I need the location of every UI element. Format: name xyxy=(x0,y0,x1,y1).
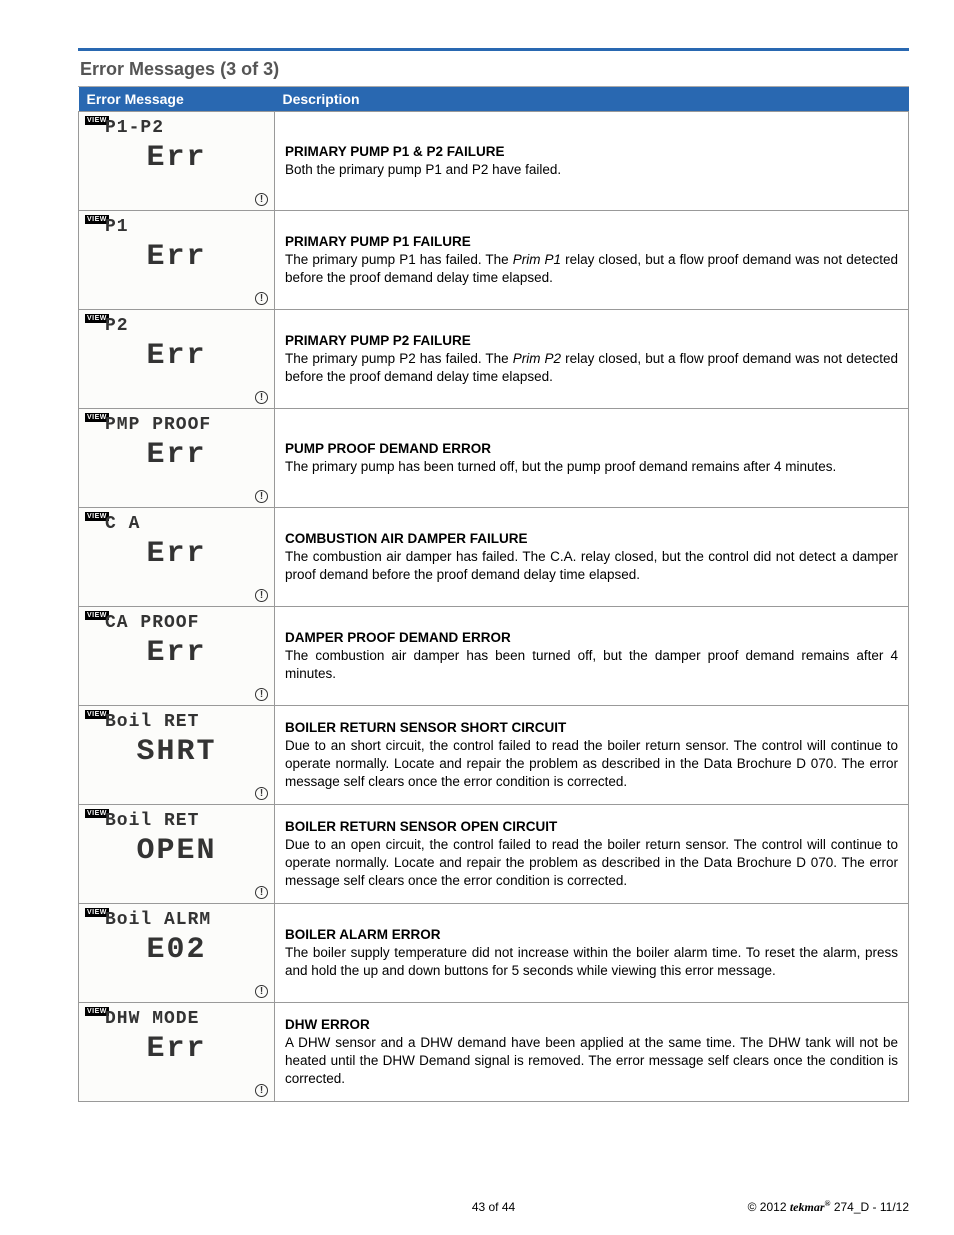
table-row: VIEWP2Err!PRIMARY PUMP P2 FAILUREThe pri… xyxy=(79,310,909,409)
error-title: BOILER RETURN SENSOR OPEN CIRCUIT xyxy=(285,818,898,836)
error-body: Due to an short circuit, the control fai… xyxy=(285,737,898,792)
col-header-description: Description xyxy=(275,87,909,112)
lcd-line1: C A xyxy=(105,512,268,536)
footer-right: © 2012 tekmar® 274_D - 11/12 xyxy=(632,1199,909,1215)
lcd-line1: P1 xyxy=(105,215,268,239)
lcd-display: VIEWPMP PROOFErr! xyxy=(79,409,275,508)
error-body: Both the primary pump P1 and P2 have fai… xyxy=(285,161,898,179)
lcd-display: VIEWBoil RETSHRT! xyxy=(79,706,275,805)
error-body: The primary pump P1 has failed. The Prim… xyxy=(285,251,898,287)
error-body: The boiler supply temperature did not in… xyxy=(285,944,898,980)
error-title: PRIMARY PUMP P1 FAILURE xyxy=(285,233,898,251)
table-row: VIEWP1Err!PRIMARY PUMP P1 FAILUREThe pri… xyxy=(79,211,909,310)
error-body: The combustion air damper has failed. Th… xyxy=(285,548,898,584)
warning-icon: ! xyxy=(255,886,268,899)
lcd-display: VIEWBoil RETOPEN! xyxy=(79,805,275,904)
description-cell: BOILER ALARM ERRORThe boiler supply temp… xyxy=(275,904,909,1003)
table-row: VIEWPMP PROOFErr!PUMP PROOF DEMAND ERROR… xyxy=(79,409,909,508)
error-body: The primary pump has been turned off, bu… xyxy=(285,458,898,476)
lcd-line1: Boil RET xyxy=(105,809,268,833)
table-row: VIEWC AErr!COMBUSTION AIR DAMPER FAILURE… xyxy=(79,508,909,607)
error-body: The primary pump P2 has failed. The Prim… xyxy=(285,350,898,386)
lcd-line2: Err xyxy=(79,435,274,476)
error-title: COMBUSTION AIR DAMPER FAILURE xyxy=(285,530,898,548)
table-row: VIEWP1-P2Err!PRIMARY PUMP P1 & P2 FAILUR… xyxy=(79,112,909,211)
description-cell: PRIMARY PUMP P1 & P2 FAILUREBoth the pri… xyxy=(275,112,909,211)
lcd-line2: Err xyxy=(79,633,274,674)
top-border xyxy=(78,48,909,51)
lcd-line1: P1-P2 xyxy=(105,116,268,140)
warning-icon: ! xyxy=(255,193,268,206)
lcd-display: VIEWDHW MODEErr! xyxy=(79,1003,275,1102)
error-title: DHW ERROR xyxy=(285,1016,898,1034)
col-header-error: Error Message xyxy=(79,87,275,112)
lcd-display: VIEWP1Err! xyxy=(79,211,275,310)
warning-icon: ! xyxy=(255,490,268,503)
lcd-line2: OPEN xyxy=(79,831,274,872)
lcd-display: VIEWCA PROOFErr! xyxy=(79,607,275,706)
table-row: VIEWBoil RETOPEN!BOILER RETURN SENSOR OP… xyxy=(79,805,909,904)
lcd-display: VIEWC AErr! xyxy=(79,508,275,607)
table-row: VIEWBoil RETSHRT!BOILER RETURN SENSOR SH… xyxy=(79,706,909,805)
error-title: PUMP PROOF DEMAND ERROR xyxy=(285,440,898,458)
lcd-line2: SHRT xyxy=(79,732,274,773)
warning-icon: ! xyxy=(255,589,268,602)
lcd-display: VIEWP2Err! xyxy=(79,310,275,409)
lcd-display: VIEWBoil ALRME02! xyxy=(79,904,275,1003)
description-cell: PRIMARY PUMP P1 FAILUREThe primary pump … xyxy=(275,211,909,310)
description-cell: COMBUSTION AIR DAMPER FAILUREThe combust… xyxy=(275,508,909,607)
error-title: DAMPER PROOF DEMAND ERROR xyxy=(285,629,898,647)
lcd-line1: CA PROOF xyxy=(105,611,268,635)
page-number: 43 of 44 xyxy=(355,1200,632,1214)
warning-icon: ! xyxy=(255,787,268,800)
description-cell: BOILER RETURN SENSOR OPEN CIRCUITDue to … xyxy=(275,805,909,904)
warning-icon: ! xyxy=(255,292,268,305)
lcd-line1: DHW MODE xyxy=(105,1007,268,1031)
lcd-line1: Boil ALRM xyxy=(105,908,268,932)
error-body: Due to an open circuit, the control fail… xyxy=(285,836,898,891)
lcd-line1: P2 xyxy=(105,314,268,338)
lcd-line1: Boil RET xyxy=(105,710,268,734)
table-row: VIEWBoil ALRME02!BOILER ALARM ERRORThe b… xyxy=(79,904,909,1003)
footer: 43 of 44 © 2012 tekmar® 274_D - 11/12 xyxy=(78,1181,909,1215)
error-body: A DHW sensor and a DHW demand have been … xyxy=(285,1034,898,1089)
warning-icon: ! xyxy=(255,391,268,404)
error-title: BOILER RETURN SENSOR SHORT CIRCUIT xyxy=(285,719,898,737)
lcd-line2: E02 xyxy=(79,930,274,971)
description-cell: PUMP PROOF DEMAND ERRORThe primary pump … xyxy=(275,409,909,508)
section-title: Error Messages (3 of 3) xyxy=(78,59,909,87)
error-table: Error Message Description VIEWP1-P2Err!P… xyxy=(78,87,909,1102)
error-body: The combustion air damper has been turne… xyxy=(285,647,898,683)
lcd-line1: PMP PROOF xyxy=(105,413,268,437)
warning-icon: ! xyxy=(255,1084,268,1097)
error-title: PRIMARY PUMP P1 & P2 FAILURE xyxy=(285,143,898,161)
lcd-display: VIEWP1-P2Err! xyxy=(79,112,275,211)
warning-icon: ! xyxy=(255,985,268,998)
lcd-line2: Err xyxy=(79,138,274,179)
description-cell: BOILER RETURN SENSOR SHORT CIRCUITDue to… xyxy=(275,706,909,805)
description-cell: DHW ERRORA DHW sensor and a DHW demand h… xyxy=(275,1003,909,1102)
error-title: BOILER ALARM ERROR xyxy=(285,926,898,944)
lcd-line2: Err xyxy=(79,336,274,377)
description-cell: DAMPER PROOF DEMAND ERRORThe combustion … xyxy=(275,607,909,706)
lcd-line2: Err xyxy=(79,237,274,278)
error-title: PRIMARY PUMP P2 FAILURE xyxy=(285,332,898,350)
lcd-line2: Err xyxy=(79,1029,274,1070)
description-cell: PRIMARY PUMP P2 FAILUREThe primary pump … xyxy=(275,310,909,409)
lcd-line2: Err xyxy=(79,534,274,575)
warning-icon: ! xyxy=(255,688,268,701)
table-row: VIEWDHW MODEErr!DHW ERRORA DHW sensor an… xyxy=(79,1003,909,1102)
table-row: VIEWCA PROOFErr!DAMPER PROOF DEMAND ERRO… xyxy=(79,607,909,706)
